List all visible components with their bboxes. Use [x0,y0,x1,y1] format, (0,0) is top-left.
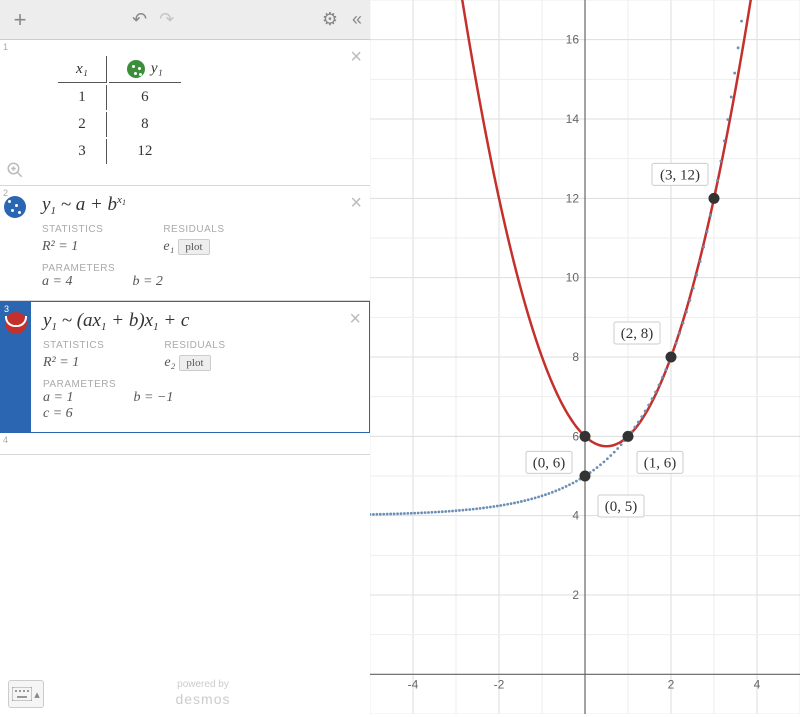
svg-text:14: 14 [566,112,580,126]
regression-expression[interactable]: y1 ~ (ax1 + b)x1 + c [43,310,357,332]
residuals-value: e₂plot [164,355,225,371]
svg-text:4: 4 [572,509,579,523]
r-squared-value: R² = 1 [43,355,104,371]
point-label: (1, 6) [637,451,683,473]
svg-text:(0, 5): (0, 5) [605,499,638,515]
table-color-dot[interactable] [127,60,145,78]
zoom-fit-icon[interactable] [6,161,24,179]
expression-sidebar: + ↶ ↷ ⚙ « 1 × x₁ y₁ 16 28 312 [0,0,370,714]
graph-canvas[interactable]: -4 -2 2 4 2 4 6 8 10 12 14 16 (3, 12) (2, 8) (1, 6) (0… [370,0,800,714]
table-header-x[interactable]: x₁ [58,56,107,83]
expression-cell-reg2[interactable]: 3 × y1 ~ (ax1 + b)x1 + c STATISTICS R² =… [0,301,370,433]
settings-icon[interactable]: ⚙ [322,9,338,30]
svg-text:12: 12 [566,191,580,205]
parameter-b: b = −1 [133,390,173,406]
svg-text:16: 16 [566,33,580,47]
point-label: (0, 6) [526,451,572,473]
sidebar-footer: ▴ powered by desmos [0,679,370,708]
point-label: (0, 5) [598,495,644,517]
plot-residuals-button[interactable]: plot [179,355,210,371]
plot-residuals-button[interactable]: plot [178,239,209,255]
keyboard-button[interactable]: ▴ [8,680,44,708]
r-squared-value: R² = 1 [42,239,103,255]
undo-button[interactable]: ↶ [132,9,147,30]
svg-text:10: 10 [566,271,580,285]
svg-text:2: 2 [668,677,675,691]
residuals-label: RESIDUALS [164,340,225,351]
residuals-label: RESIDUALS [163,224,224,235]
expression-cell-empty[interactable]: 4 [0,433,370,455]
regression-icon[interactable] [4,196,26,218]
svg-text:-4: -4 [408,677,419,691]
parameter-c: c = 6 [43,406,73,422]
table-row[interactable]: 312 [58,139,181,164]
redo-button[interactable]: ↷ [159,9,174,30]
parameter-a: a = 1 [43,390,73,406]
parameter-b: b = 2 [132,274,162,290]
parameters-label: PARAMETERS [43,379,357,390]
add-expression-button[interactable]: + [8,8,32,32]
collapse-sidebar-icon[interactable]: « [352,9,362,30]
point-label: (2, 8) [614,322,660,344]
table-row[interactable]: 28 [58,112,181,137]
expression-cell-table[interactable]: 1 × x₁ y₁ 16 28 312 [0,40,370,186]
data-table[interactable]: x₁ y₁ 16 28 312 [56,54,183,166]
point-label: (3, 12) [652,163,708,185]
residuals-value: e₁plot [163,239,224,255]
svg-text:8: 8 [572,350,579,364]
brand-text: desmos [44,691,362,708]
statistics-label: STATISTICS [42,224,103,235]
table-header-y[interactable]: y₁ [109,56,181,83]
powered-by-text: powered by [44,679,362,691]
statistics-label: STATISTICS [43,340,104,351]
svg-text:6: 6 [572,429,579,443]
expression-cell-reg1[interactable]: 2 × y1 ~ a + bx1 STATISTICS R² = 1 RESID… [0,186,370,301]
svg-text:(0, 6): (0, 6) [533,455,566,471]
svg-text:(2, 8): (2, 8) [621,326,654,342]
regression-expression[interactable]: y1 ~ a + bx1 [42,194,358,216]
svg-text:2: 2 [572,588,579,602]
parameters-label: PARAMETERS [42,263,358,274]
svg-text:-2: -2 [494,677,505,691]
table-row[interactable]: 16 [58,85,181,110]
regression-icon[interactable] [5,312,27,334]
svg-text:(3, 12): (3, 12) [660,167,700,183]
svg-text:(1, 6): (1, 6) [644,455,677,471]
sidebar-toolbar: + ↶ ↷ ⚙ « [0,0,370,40]
svg-text:4: 4 [754,677,761,691]
parameter-a: a = 4 [42,274,72,290]
